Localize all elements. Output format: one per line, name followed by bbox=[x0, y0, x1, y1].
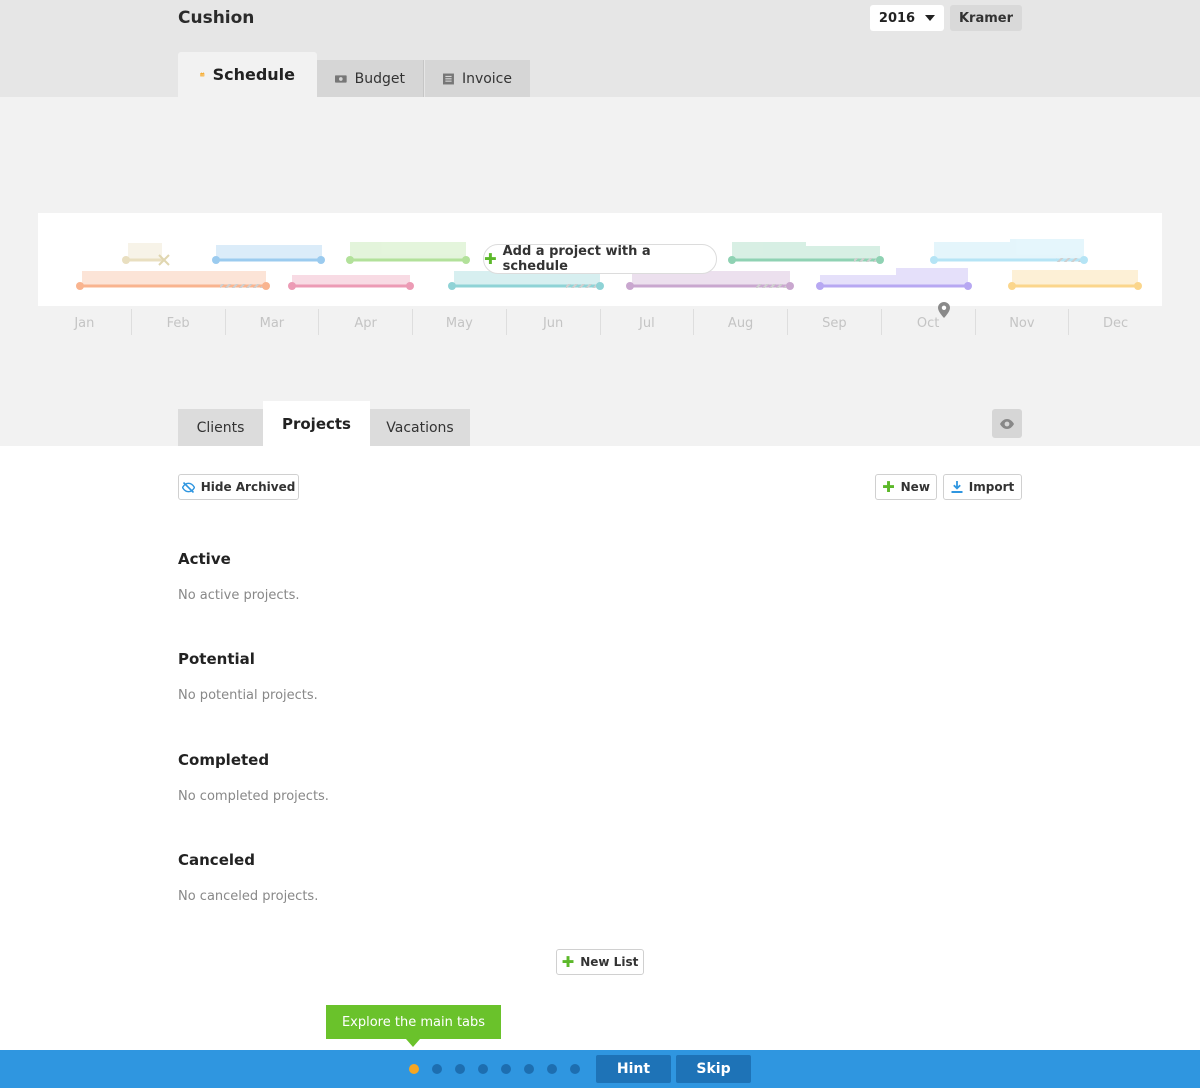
section-active-empty: No active projects. bbox=[178, 588, 300, 603]
money-icon bbox=[335, 74, 347, 83]
eye-slash-icon bbox=[181, 481, 195, 493]
app-header: Cushion 2016 Kramer Schedule Budget Invo… bbox=[0, 0, 1200, 97]
year-value: 2016 bbox=[878, 10, 916, 26]
hide-archived-button[interactable]: Hide Archived bbox=[178, 474, 299, 500]
invoice-icon bbox=[443, 73, 454, 84]
month-label: Sep bbox=[787, 309, 881, 335]
section-completed-empty: No completed projects. bbox=[178, 789, 329, 804]
plus-icon: ✚ bbox=[484, 250, 497, 268]
tab-clients[interactable]: Clients bbox=[178, 409, 263, 446]
new-label: New bbox=[900, 480, 930, 494]
month-label: Dec bbox=[1068, 309, 1162, 335]
import-label: Import bbox=[968, 480, 1015, 494]
month-label: Jun bbox=[505, 309, 600, 335]
month-label: Jul bbox=[599, 309, 694, 335]
plus-icon: ✚ bbox=[882, 478, 895, 496]
month-label: Nov bbox=[974, 309, 1069, 335]
tour-step-dot[interactable] bbox=[455, 1064, 465, 1074]
month-label: Aug bbox=[693, 309, 787, 335]
tour-bar: Hint Skip bbox=[0, 1050, 1200, 1088]
month-label: Jan bbox=[74, 316, 95, 331]
download-icon bbox=[951, 481, 963, 493]
hint-button[interactable]: Hint bbox=[596, 1055, 671, 1083]
tab-schedule[interactable]: Schedule bbox=[178, 52, 317, 97]
tab-projects[interactable]: Projects bbox=[263, 401, 370, 446]
tab-schedule-label: Schedule bbox=[212, 65, 295, 84]
tour-step-dot[interactable] bbox=[478, 1064, 488, 1074]
month-label: May bbox=[412, 309, 506, 335]
section-canceled-title: Canceled bbox=[178, 851, 255, 869]
section-completed-title: Completed bbox=[178, 751, 270, 769]
month-axis: Jan Feb Mar Apr May Jun Jul Aug Sep Oct … bbox=[38, 309, 1162, 335]
tab-invoice-label: Invoice bbox=[461, 70, 512, 87]
section-potential-title: Potential bbox=[178, 650, 255, 668]
hide-archived-label: Hide Archived bbox=[200, 480, 296, 494]
month-label: Mar bbox=[224, 309, 319, 335]
visibility-toggle-button[interactable] bbox=[992, 409, 1022, 438]
month-label: Apr bbox=[318, 309, 412, 335]
caret-down-icon bbox=[925, 15, 936, 21]
timeline-strip[interactable]: ✚ Add a project with a schedule bbox=[38, 213, 1162, 306]
tour-steps bbox=[409, 1064, 580, 1074]
tour-step-dot[interactable] bbox=[524, 1064, 534, 1074]
plus-icon: ✚ bbox=[561, 953, 575, 971]
tab-budget-label: Budget bbox=[354, 70, 405, 87]
schedule-timeline: ✚ Add a project with a schedule Jan Feb … bbox=[0, 97, 1200, 446]
tour-step-dot[interactable] bbox=[547, 1064, 557, 1074]
section-active-title: Active bbox=[178, 550, 231, 568]
tour-step-dot[interactable] bbox=[409, 1064, 419, 1074]
month-label: Feb bbox=[130, 309, 225, 335]
tab-vacations[interactable]: Vacations bbox=[370, 409, 470, 446]
import-button[interactable]: Import bbox=[943, 474, 1022, 500]
section-potential-empty: No potential projects. bbox=[178, 688, 318, 703]
eye-icon bbox=[1000, 418, 1014, 429]
today-marker-icon bbox=[938, 302, 950, 318]
skip-button[interactable]: Skip bbox=[676, 1055, 751, 1083]
tour-tooltip: Explore the main tabs bbox=[326, 1005, 501, 1039]
tour-step-dot[interactable] bbox=[432, 1064, 442, 1074]
month-label: Oct bbox=[880, 309, 975, 335]
add-project-button[interactable]: ✚ Add a project with a schedule bbox=[483, 244, 717, 274]
tour-step-dot[interactable] bbox=[570, 1064, 580, 1074]
new-project-button[interactable]: ✚ New bbox=[875, 474, 937, 500]
section-canceled-empty: No canceled projects. bbox=[178, 889, 319, 904]
calendar-icon bbox=[200, 72, 205, 77]
add-project-label: Add a project with a schedule bbox=[502, 244, 651, 274]
user-menu-button[interactable]: Kramer bbox=[950, 5, 1022, 31]
tour-tooltip-arrow bbox=[406, 1039, 420, 1047]
tab-budget[interactable]: Budget bbox=[317, 60, 424, 97]
new-list-label: New List bbox=[580, 955, 639, 969]
tab-invoice[interactable]: Invoice bbox=[425, 60, 530, 97]
new-list-button[interactable]: ✚ New List bbox=[556, 949, 644, 975]
tour-step-dot[interactable] bbox=[501, 1064, 511, 1074]
app-title[interactable]: Cushion bbox=[178, 8, 254, 28]
year-select[interactable]: 2016 bbox=[870, 5, 944, 31]
